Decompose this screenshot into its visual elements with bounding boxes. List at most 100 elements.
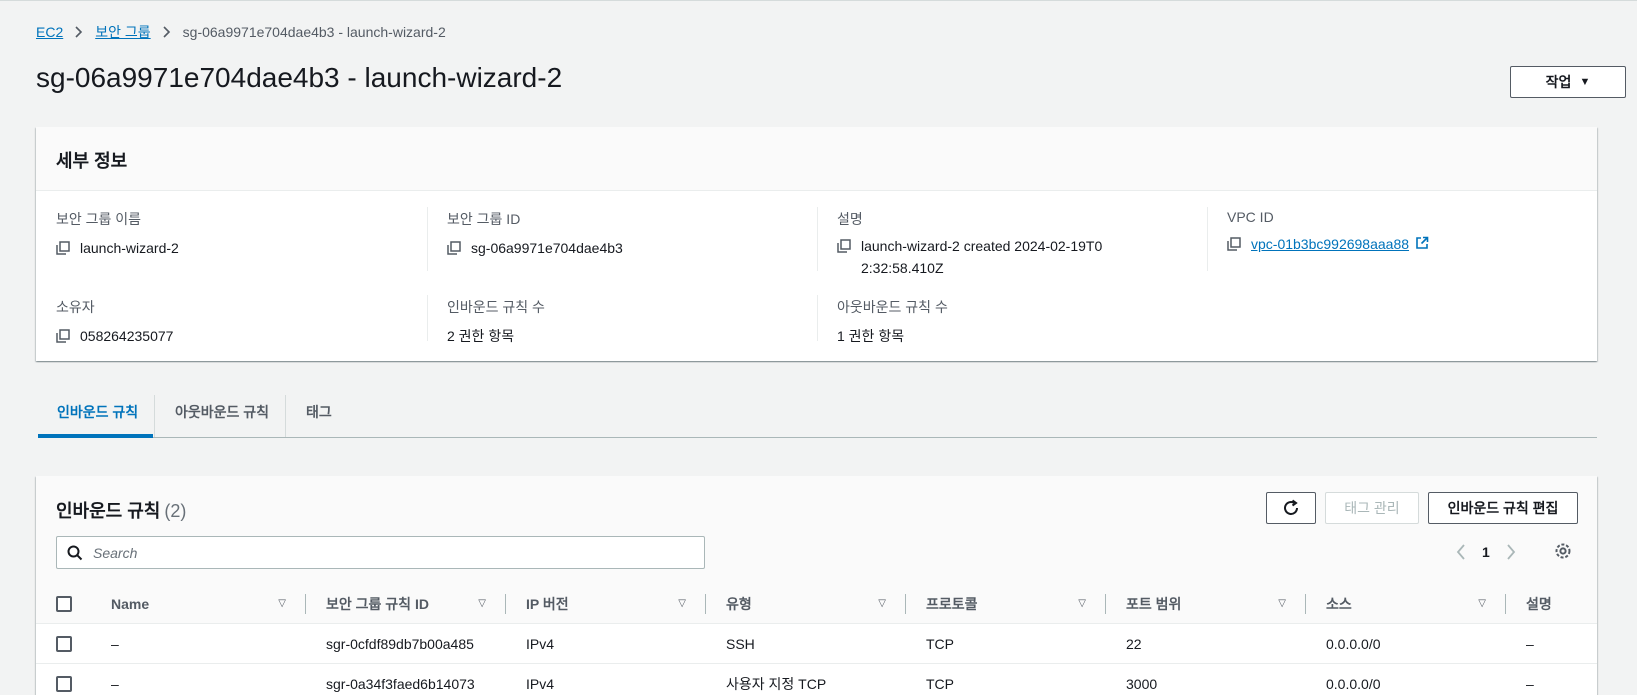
field-label: 소유자 (56, 299, 95, 315)
sort-icon[interactable]: ▽ (678, 598, 686, 609)
row-checkbox[interactable] (56, 676, 72, 693)
column-header[interactable]: 유형 ▽ (706, 584, 906, 623)
active-tab-indicator (38, 434, 153, 438)
rules-title: 인바운드 규칙 (2) (56, 497, 186, 523)
cell-protocol: TCP (926, 635, 954, 652)
cell-ip-version: IPv4 (526, 675, 555, 692)
field-sg-id: 보안 그룹 ID sg-06a9971e704dae4b3 (447, 209, 623, 259)
refresh-icon (1282, 499, 1300, 517)
details-header: 세부 정보 (36, 127, 1597, 191)
column-header[interactable]: 포트 범위 ▽ (1106, 584, 1306, 623)
caret-down-icon: ▼ (1579, 76, 1591, 88)
column-divider (1207, 207, 1208, 271)
column-header-label: 포트 범위 (1126, 595, 1182, 612)
cell-protocol: TCP (926, 675, 954, 692)
search-input[interactable] (93, 544, 653, 561)
field-label: 인바운드 규칙 수 (447, 299, 545, 315)
row-checkbox[interactable] (56, 636, 72, 653)
field-label: 아웃바운드 규칙 수 (837, 299, 948, 315)
tab-divider (285, 395, 286, 437)
column-header-label: 설명 (1526, 595, 1552, 612)
field-outbound-count: 아웃바운드 규칙 수 1 권한 항목 (837, 297, 948, 347)
cell-rule-id: sgr-0cfdf89db7b00a485 (326, 635, 474, 652)
tab-tags[interactable]: 태그 (306, 395, 332, 438)
column-header[interactable]: 소스 ▽ (1306, 584, 1506, 623)
breadcrumb-current: sg-06a9971e704dae4b3 - launch-wizard-2 (182, 24, 446, 40)
column-header-label: 프로토콜 (926, 595, 978, 612)
sort-icon[interactable]: ▽ (1278, 598, 1286, 609)
inbound-rules-table: Name ▽ 보안 그룹 규칙 ID ▽ IP 버전 ▽ 유형 ▽ 프로토콜 ▽ 포트 범… (36, 584, 1597, 695)
column-header[interactable]: Name ▽ (91, 584, 306, 623)
copy-icon[interactable] (56, 241, 70, 255)
copy-icon[interactable] (1227, 237, 1241, 251)
sort-icon[interactable]: ▽ (478, 598, 486, 609)
field-value: 1 권한 항목 (837, 328, 905, 344)
chevron-left-icon[interactable] (1456, 544, 1466, 560)
table-header-row: Name ▽ 보안 그룹 규칙 ID ▽ IP 버전 ▽ 유형 ▽ 프로토콜 ▽ 포트 범… (36, 584, 1597, 624)
details-panel: 세부 정보 보안 그룹 이름 launch-wizard-2 보안 그룹 ID … (36, 127, 1597, 361)
tab-divider (154, 395, 155, 437)
chevron-right-icon (75, 26, 83, 38)
gear-icon[interactable] (1553, 541, 1573, 561)
sort-icon[interactable]: ▽ (878, 598, 886, 609)
manage-tags-label: 태그 관리 (1344, 500, 1400, 516)
vpc-id-link[interactable]: vpc-01b3bc992698aaa88 (1251, 233, 1409, 255)
chevron-right-icon[interactable] (1506, 544, 1516, 560)
breadcrumb-security-groups[interactable]: 보안 그룹 (95, 22, 150, 42)
column-header-label: Name (111, 595, 150, 612)
column-divider (427, 295, 428, 341)
cell-rule-id: sgr-0a34f3faed6b14073 (326, 675, 475, 692)
field-value: sg-06a9971e704dae4b3 (471, 240, 623, 256)
copy-icon[interactable] (837, 239, 851, 253)
cell-description: – (1526, 635, 1534, 652)
field-label: 보안 그룹 ID (447, 211, 521, 227)
rules-count: (2) (164, 501, 187, 521)
pagination: 1 (1456, 538, 1516, 566)
column-header[interactable]: 프로토콜 ▽ (906, 584, 1106, 623)
sort-icon[interactable]: ▽ (1478, 598, 1486, 609)
column-divider (427, 207, 428, 271)
edit-inbound-rules-label: 인바운드 규칙 편집 (1447, 500, 1559, 516)
field-label: VPC ID (1227, 209, 1274, 225)
sort-icon[interactable]: ▽ (278, 598, 286, 609)
actions-label: 작업 (1545, 74, 1572, 90)
top-border (0, 0, 1637, 1)
cell-description: – (1526, 675, 1534, 692)
details-heading: 세부 정보 (56, 151, 128, 171)
refresh-button[interactable] (1266, 492, 1316, 524)
table-row[interactable]: – sgr-0cfdf89db7b00a485 IPv4 SSH TCP 22 … (36, 623, 1597, 664)
column-header[interactable]: 보안 그룹 규칙 ID ▽ (306, 584, 506, 623)
breadcrumb-ec2[interactable]: EC2 (36, 24, 63, 40)
column-divider (817, 207, 818, 271)
field-sg-name: 보안 그룹 이름 launch-wizard-2 (56, 209, 179, 259)
field-value: launch-wizard-2 (80, 240, 179, 256)
select-all-checkbox[interactable] (56, 596, 72, 613)
field-label: 설명 (837, 211, 863, 227)
sort-icon[interactable]: ▽ (1078, 598, 1086, 609)
field-inbound-count: 인바운드 규칙 수 2 권한 항목 (447, 297, 545, 347)
cell-ip-version: IPv4 (526, 635, 555, 652)
table-row[interactable]: – sgr-0a34f3faed6b14073 IPv4 사용자 지정 TCP … (36, 663, 1597, 695)
cell-type: 사용자 지정 TCP (726, 675, 827, 692)
copy-icon[interactable] (56, 329, 70, 343)
external-link-icon (1415, 236, 1429, 250)
cell-port-range: 22 (1126, 635, 1142, 652)
cell-type: SSH (726, 635, 755, 652)
copy-icon[interactable] (447, 241, 461, 255)
column-header[interactable]: IP 버전 ▽ (506, 584, 706, 623)
actions-dropdown-button[interactable]: 작업 ▼ (1510, 66, 1626, 98)
column-header[interactable]: 설명 (1506, 584, 1597, 623)
cell-source: 0.0.0.0/0 (1326, 635, 1381, 652)
rules-title-text: 인바운드 규칙 (56, 501, 161, 521)
column-header-label: 소스 (1326, 595, 1352, 612)
tab-outbound-rules[interactable]: 아웃바운드 규칙 (175, 395, 269, 438)
field-owner: 소유자 058264235077 (56, 297, 173, 347)
cell-name: – (111, 675, 119, 692)
edit-inbound-rules-button[interactable]: 인바운드 규칙 편집 (1428, 492, 1578, 524)
current-page[interactable]: 1 (1482, 544, 1490, 560)
search-box (56, 536, 705, 569)
tab-inbound-rules[interactable]: 인바운드 규칙 (57, 395, 138, 438)
manage-tags-button[interactable]: 태그 관리 (1325, 492, 1419, 524)
chevron-right-icon (163, 26, 171, 38)
column-header-label: IP 버전 (526, 595, 569, 612)
